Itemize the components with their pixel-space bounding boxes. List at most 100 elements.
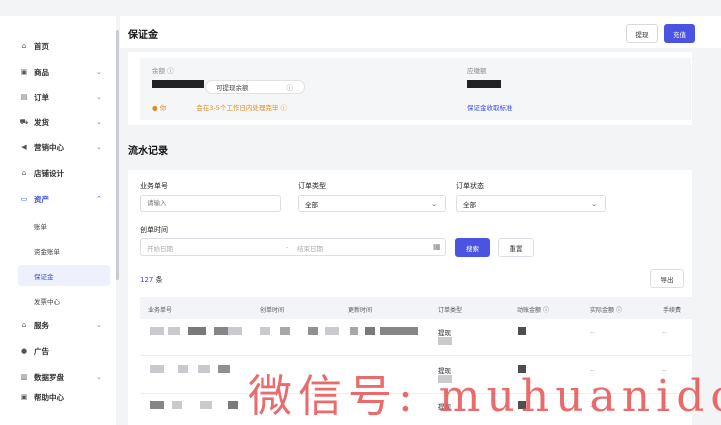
chevron-down-icon: ⌄ [96, 373, 102, 381]
sidebar-sub-invoice[interactable]: 发票中心 [34, 296, 60, 306]
store-icon: ⌂ [21, 169, 27, 177]
chevron-down-icon: ⌄ [431, 199, 437, 208]
sidebar-top-gap [0, 0, 116, 16]
shipping-icon: ⛟ [19, 117, 29, 126]
info-icon[interactable]: ⓘ [287, 82, 294, 92]
chevron-down-icon: ⌄ [96, 118, 102, 126]
masked-cell [150, 327, 164, 335]
column-header-actual-amount: 实际金额 ⓘ [590, 307, 622, 314]
masked-cell [200, 401, 212, 409]
masked-cell [308, 327, 318, 335]
reset-button[interactable]: 重置 [498, 238, 534, 257]
order-type-select[interactable]: 全部 ⌄ [298, 195, 446, 212]
sidebar-sub-bill[interactable]: 账单 [34, 221, 47, 231]
order-status-value: 全部 [463, 200, 476, 209]
masked-cell [168, 327, 180, 335]
masked-cell [365, 327, 375, 335]
search-button[interactable]: 搜索 [455, 238, 490, 257]
info-icon[interactable]: ⓘ [167, 67, 174, 75]
masked-cell [260, 327, 270, 335]
sidebar-item-help[interactable]: ▣ 帮助中心 [0, 387, 116, 407]
masked-cell [228, 401, 238, 409]
flow-records-title: 流水记录 [128, 146, 168, 157]
export-button[interactable]: 导出 [650, 269, 684, 288]
info-icon[interactable]: ⓘ [543, 307, 549, 314]
masked-cell [218, 365, 230, 373]
chevron-down-icon: ⌄ [96, 143, 102, 151]
recharge-button[interactable]: 充值 [664, 24, 695, 43]
sidebar-item-label: 营销中心 [34, 142, 64, 152]
chevron-down-icon: ⌄ [96, 321, 102, 329]
sidebar-item-label: 广告 [34, 346, 49, 356]
sidebar-item-product[interactable]: ▣ 商品 ⌄ [0, 62, 116, 82]
deposit-standard-link[interactable]: 保证金收取标准 [467, 102, 513, 112]
sidebar-item-assets[interactable]: ▭ 资产 ⌃ [0, 189, 116, 209]
payable-label: 应缴额 [467, 67, 487, 75]
ad-icon: ● [20, 347, 28, 355]
masked-cell [438, 337, 452, 345]
chart-icon: ▥ [20, 373, 28, 381]
date-range-picker[interactable]: 开始日期 - 结束日期 ▦ [140, 238, 446, 256]
sidebar-item-marketing[interactable]: ◀ 营销中心 ⌄ [0, 137, 116, 157]
balance-label: 余额 ⓘ [152, 67, 174, 75]
sidebar-scrollbar[interactable] [116, 30, 119, 280]
sidebar-item-service[interactable]: ⌂ 服务 ⌄ [0, 315, 116, 335]
column-header-business-no: 业务单号 [148, 307, 173, 314]
range-separator: - [286, 243, 289, 251]
masked-cell [280, 327, 290, 335]
payable-amount-masked [467, 80, 501, 88]
end-date-input[interactable]: 结束日期 [297, 243, 323, 253]
masked-cell [214, 327, 228, 335]
sidebar-item-data-compass[interactable]: ▥ 数据罗盘 ⌄ [0, 367, 116, 387]
calendar-icon: ▦ [433, 242, 441, 251]
page-title: 保证金 [128, 30, 158, 41]
sidebar-item-label: 店铺设计 [34, 168, 64, 178]
column-header-updated-time: 更新时间 [348, 307, 373, 314]
sidebar-item-store-design[interactable]: ⌂ 店铺设计 [0, 163, 116, 183]
business-no-input[interactable] [140, 195, 281, 212]
cell-order-type: 提现 [438, 329, 451, 337]
order-type-label: 订单类型 [298, 182, 326, 190]
masked-cell [178, 365, 188, 373]
cell-actual-amount: -- [590, 328, 595, 336]
sidebar-sub-deposit[interactable]: 保证金 [18, 265, 110, 286]
start-date-input[interactable]: 开始日期 [147, 243, 173, 253]
megaphone-icon: ◀ [21, 143, 27, 151]
order-status-label: 订单状态 [456, 182, 484, 190]
product-icon: ▣ [20, 68, 28, 76]
sidebar-item-label: 发货 [34, 117, 49, 127]
withdraw-button[interactable]: 提现 [626, 24, 658, 43]
chevron-down-icon: ⌄ [591, 199, 597, 208]
masked-cell [518, 327, 526, 335]
business-no-label: 业务单号 [140, 182, 168, 190]
sidebar-item-shipping[interactable]: ⛟ 发货 ⌄ [0, 112, 116, 132]
record-count-unit: 条 [155, 276, 163, 284]
chevron-down-icon: ⌄ [96, 93, 102, 101]
help-icon: ▣ [20, 393, 28, 401]
cell-fee: -- [662, 328, 667, 336]
masked-cell [150, 401, 164, 409]
record-count: 127 条 [140, 275, 163, 285]
sidebar-item-order[interactable]: ▤ 订单 ⌄ [0, 87, 116, 107]
order-status-select[interactable]: 全部 ⌄ [456, 195, 606, 212]
page-header: 保证金 提现 充值 [120, 16, 721, 48]
chevron-up-icon: ⌃ [96, 195, 102, 203]
column-header-amount: 动账金额 ⓘ [517, 307, 549, 314]
sidebar-item-home[interactable]: ⌂ 首页 [0, 36, 116, 56]
record-count-number: 127 [140, 276, 154, 284]
sidebar-sub-fund-bill[interactable]: 资金账单 [34, 246, 60, 256]
column-header-created-time: 创单时间 [260, 307, 285, 314]
info-icon[interactable]: ⓘ [280, 104, 287, 112]
sidebar-item-label: 资产 [34, 194, 49, 204]
created-time-label: 创单时间 [140, 226, 168, 234]
masked-cell [228, 327, 242, 335]
watermark-text: 微信号: muhuanidc [248, 371, 721, 422]
info-icon[interactable]: ⓘ [616, 307, 622, 314]
chevron-down-icon: ⌄ [96, 68, 102, 76]
home-icon: ⌂ [21, 42, 27, 50]
masked-cell [188, 327, 206, 335]
masked-cell [198, 365, 210, 373]
sidebar-item-ads[interactable]: ● 广告 [0, 341, 116, 361]
sidebar-item-label: 数据罗盘 [34, 372, 64, 382]
sidebar-item-label: 订单 [34, 92, 49, 102]
